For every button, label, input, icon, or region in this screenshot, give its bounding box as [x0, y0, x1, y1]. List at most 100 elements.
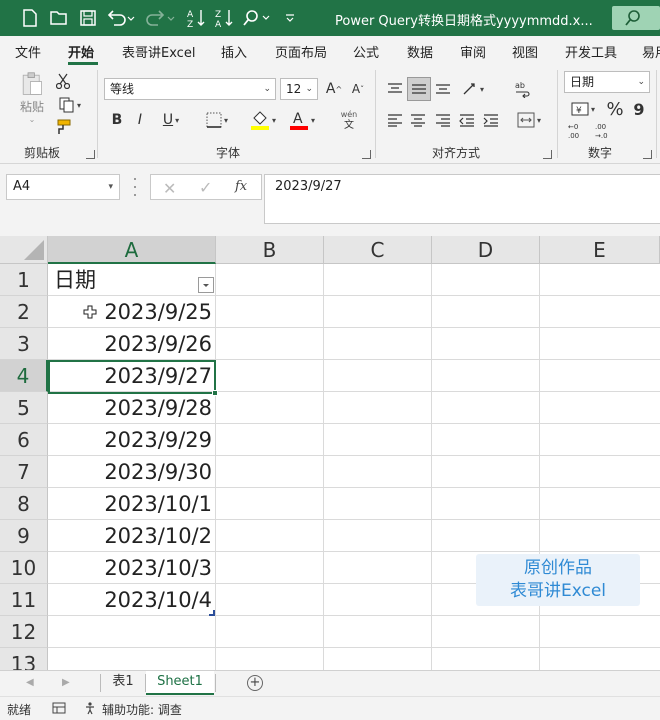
- enter-icon[interactable]: ✓: [199, 178, 212, 197]
- row-header[interactable]: 9: [0, 520, 48, 552]
- tab-home[interactable]: 开始: [68, 42, 94, 61]
- tab-review[interactable]: 审阅: [460, 42, 486, 61]
- row-header[interactable]: 3: [0, 328, 48, 360]
- undo-icon[interactable]: [104, 6, 138, 30]
- sheet-stats-icon[interactable]: [52, 701, 66, 718]
- row-header[interactable]: 1: [0, 264, 48, 296]
- accounting-format-icon[interactable]: ¥ ▾: [565, 98, 601, 120]
- column-header-d[interactable]: D: [432, 236, 540, 264]
- orientation-icon[interactable]: ▾: [457, 78, 489, 100]
- number-launcher-icon[interactable]: [643, 150, 652, 159]
- underline-icon[interactable]: U ▾: [154, 110, 188, 130]
- format-painter-icon[interactable]: [54, 118, 72, 136]
- cell-a8[interactable]: 2023/10/1: [48, 488, 216, 520]
- row-header[interactable]: 13: [0, 648, 48, 670]
- row-header[interactable]: 2: [0, 296, 48, 328]
- tab-file[interactable]: 文件: [15, 42, 41, 61]
- filter-dropdown-button[interactable]: [198, 277, 214, 293]
- select-all-button[interactable]: [0, 236, 48, 264]
- number-format-select[interactable]: 日期 ⌄: [564, 71, 650, 93]
- increase-font-size-icon[interactable]: A ^: [323, 78, 345, 100]
- tab-data[interactable]: 数据: [407, 42, 433, 61]
- font-launcher-icon[interactable]: [362, 150, 371, 159]
- table-resize-handle[interactable]: [209, 610, 215, 616]
- alignment-launcher-icon[interactable]: [543, 150, 552, 159]
- formula-input[interactable]: 2023/9/27: [264, 174, 660, 224]
- tab-view[interactable]: 视图: [512, 42, 538, 61]
- clipboard-launcher-icon[interactable]: [86, 150, 95, 159]
- resize-handle-icon[interactable]: [134, 178, 138, 196]
- customize-qat-icon[interactable]: [280, 6, 300, 30]
- cell-a1[interactable]: 日期: [48, 264, 216, 296]
- tab-formulas[interactable]: 公式: [353, 42, 379, 61]
- cell-a10[interactable]: 2023/10/3: [48, 552, 216, 584]
- font-color-icon[interactable]: A ▾: [284, 108, 320, 132]
- save-icon[interactable]: [76, 6, 100, 30]
- row-header[interactable]: 7: [0, 456, 48, 488]
- row-header[interactable]: 4: [0, 360, 48, 392]
- paste-button[interactable]: 粘贴 ⌄: [14, 72, 50, 124]
- row-header[interactable]: 8: [0, 488, 48, 520]
- align-left-icon[interactable]: [384, 110, 406, 130]
- align-middle-icon[interactable]: [407, 77, 431, 101]
- open-icon[interactable]: [46, 6, 72, 30]
- insert-function-icon[interactable]: fx: [235, 179, 247, 194]
- row-header[interactable]: 12: [0, 616, 48, 648]
- fill-color-icon[interactable]: ▾: [245, 108, 281, 132]
- cell-a6[interactable]: 2023/9/29: [48, 424, 216, 456]
- accessibility-icon[interactable]: [84, 701, 98, 718]
- row-header[interactable]: 6: [0, 424, 48, 456]
- tab-insert[interactable]: 插入: [221, 42, 247, 61]
- italic-icon[interactable]: I: [131, 110, 149, 130]
- borders-icon[interactable]: ▾: [199, 110, 235, 130]
- new-file-icon[interactable]: [18, 6, 42, 30]
- sort-descending-icon[interactable]: ZA: [212, 6, 236, 30]
- increase-indent-icon[interactable]: [480, 110, 502, 130]
- accessibility-status[interactable]: 辅助功能: 调查: [102, 701, 182, 718]
- find-icon[interactable]: [240, 6, 274, 30]
- redo-icon[interactable]: [144, 6, 178, 30]
- row-header[interactable]: 11: [0, 584, 48, 616]
- align-bottom-icon[interactable]: [432, 78, 454, 100]
- percent-style-icon[interactable]: %: [604, 98, 626, 120]
- scroll-left-icon[interactable]: ◀: [26, 677, 34, 688]
- cancel-icon[interactable]: ✕: [163, 179, 176, 198]
- increase-decimal-icon[interactable]: ←0.00: [565, 120, 587, 140]
- font-name-select[interactable]: 等线 ⌄: [104, 78, 276, 100]
- cut-icon[interactable]: [54, 72, 72, 90]
- wrap-text-icon[interactable]: ab: [512, 78, 534, 100]
- align-top-icon[interactable]: [384, 78, 406, 100]
- cell-a11[interactable]: 2023/10/4: [48, 584, 216, 616]
- row-header[interactable]: 10: [0, 552, 48, 584]
- sheet-tab-sheet1[interactable]: Sheet1: [146, 671, 214, 695]
- merge-center-icon[interactable]: ▾: [512, 110, 546, 130]
- comma-style-icon[interactable]: 9: [630, 98, 648, 120]
- sort-ascending-icon[interactable]: AZ: [184, 6, 208, 30]
- name-box[interactable]: A4 ▾: [6, 174, 120, 200]
- add-sheet-button[interactable]: +: [247, 675, 263, 691]
- copy-icon[interactable]: ▾: [54, 96, 86, 114]
- align-center-icon[interactable]: [407, 110, 429, 130]
- phonetic-guide-icon[interactable]: wén 文: [332, 106, 366, 134]
- column-header-a[interactable]: A: [48, 236, 216, 264]
- fill-handle[interactable]: [212, 390, 218, 396]
- cell-a7[interactable]: 2023/9/30: [48, 456, 216, 488]
- cell-a9[interactable]: 2023/10/2: [48, 520, 216, 552]
- column-header-c[interactable]: C: [324, 236, 432, 264]
- sheet-tab-biao1[interactable]: 表1: [102, 671, 144, 695]
- tab-developer[interactable]: 开发工具: [565, 42, 617, 61]
- cell-a2[interactable]: 2023/9/25: [48, 296, 216, 328]
- align-right-icon[interactable]: [432, 110, 454, 130]
- column-header-b[interactable]: B: [216, 236, 324, 264]
- decrease-font-size-icon[interactable]: Aˇ: [347, 78, 369, 100]
- tab-easy-use[interactable]: 易用: [642, 42, 660, 61]
- tab-biaoge-excel[interactable]: 表哥讲Excel: [122, 42, 195, 61]
- bold-icon[interactable]: B: [108, 110, 126, 130]
- font-size-select[interactable]: 12 ⌄: [280, 78, 318, 100]
- row-header[interactable]: 5: [0, 392, 48, 424]
- decrease-indent-icon[interactable]: [456, 110, 478, 130]
- search-button[interactable]: [612, 6, 660, 30]
- cell-a3[interactable]: 2023/9/26: [48, 328, 216, 360]
- tab-page-layout[interactable]: 页面布局: [275, 42, 327, 61]
- scroll-right-icon[interactable]: ▶: [62, 677, 70, 688]
